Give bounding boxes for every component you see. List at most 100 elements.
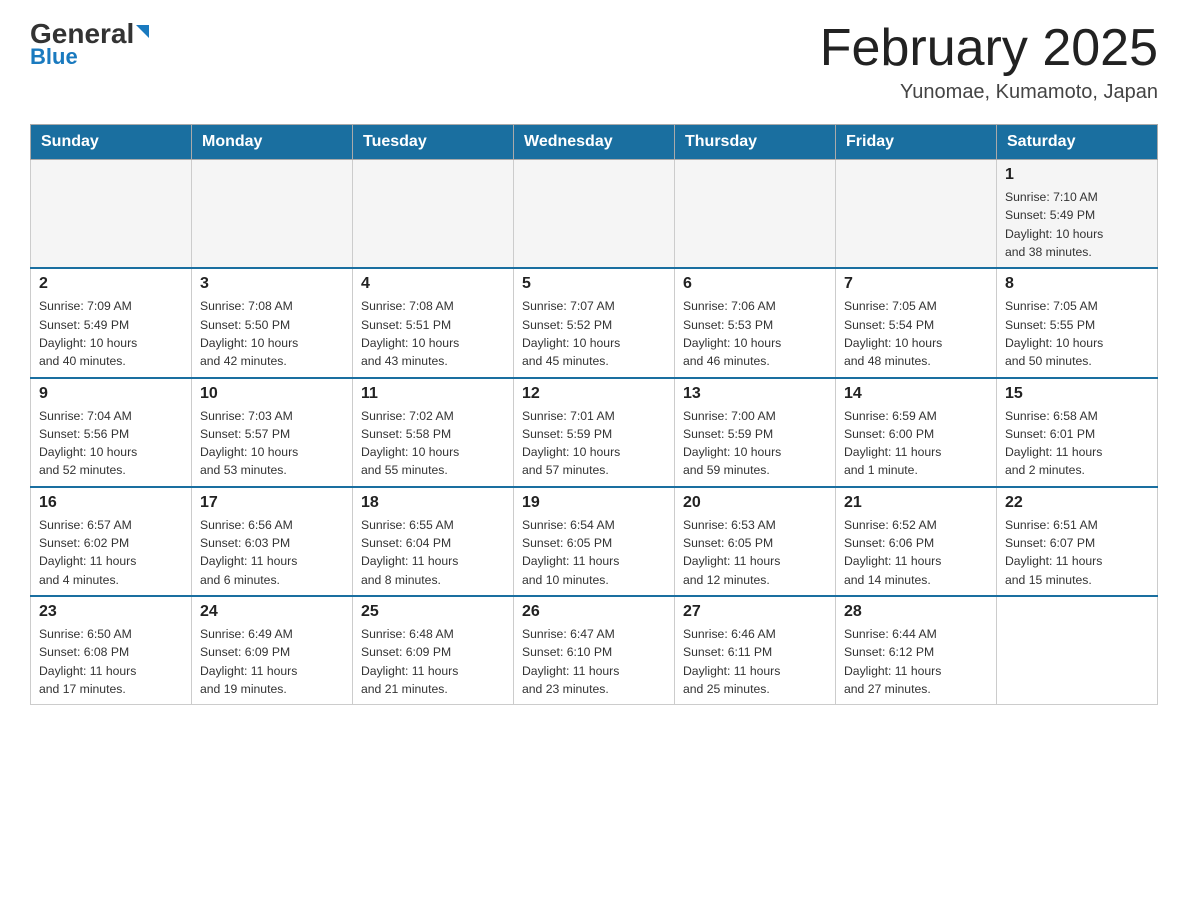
calendar-cell xyxy=(353,160,514,269)
weekday-header-saturday: Saturday xyxy=(997,125,1158,160)
calendar-week-row: 16 Sunrise: 6:57 AMSunset: 6:02 PMDayligh… xyxy=(31,487,1158,596)
day-number: 15 xyxy=(1005,385,1149,403)
day-info: Sunrise: 6:50 AMSunset: 6:08 PMDaylight:… xyxy=(39,625,183,698)
day-info: Sunrise: 6:58 AMSunset: 6:01 PMDaylight:… xyxy=(1005,407,1149,480)
day-info: Sunrise: 6:46 AMSunset: 6:11 PMDaylight:… xyxy=(683,625,827,698)
day-number: 9 xyxy=(39,385,183,403)
calendar-cell: 13 Sunrise: 7:00 AMSunset: 5:59 PMDayligh… xyxy=(675,378,836,487)
day-number: 5 xyxy=(522,275,666,293)
day-number: 26 xyxy=(522,603,666,621)
calendar-cell: 25 Sunrise: 6:48 AMSunset: 6:09 PMDayligh… xyxy=(353,596,514,705)
weekday-header-friday: Friday xyxy=(836,125,997,160)
day-info: Sunrise: 7:08 AMSunset: 5:50 PMDaylight:… xyxy=(200,297,344,370)
calendar-week-row: 2Sunrise: 7:09 AMSunset: 5:49 PMDaylight… xyxy=(31,268,1158,377)
calendar-cell: 8Sunrise: 7:05 AMSunset: 5:55 PMDaylight… xyxy=(997,268,1158,377)
logo: General Blue xyxy=(30,20,149,70)
day-info: Sunrise: 7:02 AMSunset: 5:58 PMDaylight:… xyxy=(361,407,505,480)
day-info: Sunrise: 6:48 AMSunset: 6:09 PMDaylight:… xyxy=(361,625,505,698)
calendar-cell: 22Sunrise: 6:51 AMSunset: 6:07 PMDayligh… xyxy=(997,487,1158,596)
day-number: 2 xyxy=(39,275,183,293)
day-info: Sunrise: 7:00 AMSunset: 5:59 PMDaylight:… xyxy=(683,407,827,480)
calendar-table: SundayMondayTuesdayWednesdayThursdayFrid… xyxy=(30,124,1158,705)
calendar-cell: 24 Sunrise: 6:49 AMSunset: 6:09 PMDayligh… xyxy=(192,596,353,705)
day-info: Sunrise: 6:49 AMSunset: 6:09 PMDaylight:… xyxy=(200,625,344,698)
day-number: 21 xyxy=(844,494,988,512)
weekday-header-wednesday: Wednesday xyxy=(514,125,675,160)
weekday-header-sunday: Sunday xyxy=(31,125,192,160)
day-number: 13 xyxy=(683,385,827,403)
day-info: Sunrise: 7:04 AMSunset: 5:56 PMDaylight:… xyxy=(39,407,183,480)
day-number: 14 xyxy=(844,385,988,403)
calendar-cell: 2Sunrise: 7:09 AMSunset: 5:49 PMDaylight… xyxy=(31,268,192,377)
calendar-cell: 23 Sunrise: 6:50 AMSunset: 6:08 PMDayligh… xyxy=(31,596,192,705)
day-number: 10 xyxy=(200,385,344,403)
calendar-week-row: 1 Sunrise: 7:10 AMSunset: 5:49 PMDaylight… xyxy=(31,160,1158,269)
day-info: Sunrise: 7:10 AMSunset: 5:49 PMDaylight:… xyxy=(1005,188,1149,261)
page-header: General Blue February 2025 Yunomae, Kuma… xyxy=(30,20,1158,104)
day-number: 3 xyxy=(200,275,344,293)
day-info: Sunrise: 6:53 AMSunset: 6:05 PMDaylight:… xyxy=(683,516,827,589)
weekday-header-thursday: Thursday xyxy=(675,125,836,160)
calendar-cell: 17 Sunrise: 6:56 AMSunset: 6:03 PMDayligh… xyxy=(192,487,353,596)
day-number: 12 xyxy=(522,385,666,403)
day-info: Sunrise: 6:47 AMSunset: 6:10 PMDaylight:… xyxy=(522,625,666,698)
calendar-week-row: 9 Sunrise: 7:04 AMSunset: 5:56 PMDaylight… xyxy=(31,378,1158,487)
calendar-week-row: 23 Sunrise: 6:50 AMSunset: 6:08 PMDayligh… xyxy=(31,596,1158,705)
calendar-cell: 19 Sunrise: 6:54 AMSunset: 6:05 PMDayligh… xyxy=(514,487,675,596)
calendar-cell: 10 Sunrise: 7:03 AMSunset: 5:57 PMDayligh… xyxy=(192,378,353,487)
calendar-cell: 12 Sunrise: 7:01 AMSunset: 5:59 PMDayligh… xyxy=(514,378,675,487)
month-title: February 2025 xyxy=(820,20,1158,77)
day-info: Sunrise: 6:51 AMSunset: 6:07 PMDaylight:… xyxy=(1005,516,1149,589)
day-number: 1 xyxy=(1005,166,1149,184)
calendar-cell: 18 Sunrise: 6:55 AMSunset: 6:04 PMDayligh… xyxy=(353,487,514,596)
calendar-cell: 9 Sunrise: 7:04 AMSunset: 5:56 PMDaylight… xyxy=(31,378,192,487)
day-info: Sunrise: 7:03 AMSunset: 5:57 PMDaylight:… xyxy=(200,407,344,480)
calendar-cell: 4Sunrise: 7:08 AMSunset: 5:51 PMDaylight… xyxy=(353,268,514,377)
day-info: Sunrise: 6:57 AMSunset: 6:02 PMDaylight:… xyxy=(39,516,183,589)
day-info: Sunrise: 6:55 AMSunset: 6:04 PMDaylight:… xyxy=(361,516,505,589)
day-number: 20 xyxy=(683,494,827,512)
calendar-cell xyxy=(997,596,1158,705)
weekday-header-tuesday: Tuesday xyxy=(353,125,514,160)
calendar-cell: 11 Sunrise: 7:02 AMSunset: 5:58 PMDayligh… xyxy=(353,378,514,487)
calendar-cell: 1 Sunrise: 7:10 AMSunset: 5:49 PMDaylight… xyxy=(997,160,1158,269)
calendar-cell: 7Sunrise: 7:05 AMSunset: 5:54 PMDaylight… xyxy=(836,268,997,377)
day-number: 17 xyxy=(200,494,344,512)
calendar-cell: 20 Sunrise: 6:53 AMSunset: 6:05 PMDayligh… xyxy=(675,487,836,596)
day-info: Sunrise: 6:44 AMSunset: 6:12 PMDaylight:… xyxy=(844,625,988,698)
day-info: Sunrise: 6:52 AMSunset: 6:06 PMDaylight:… xyxy=(844,516,988,589)
day-number: 25 xyxy=(361,603,505,621)
day-info: Sunrise: 6:54 AMSunset: 6:05 PMDaylight:… xyxy=(522,516,666,589)
logo-blue: Blue xyxy=(30,44,78,70)
calendar-cell: 14 Sunrise: 6:59 AMSunset: 6:00 PMDayligh… xyxy=(836,378,997,487)
day-number: 18 xyxy=(361,494,505,512)
day-number: 6 xyxy=(683,275,827,293)
day-info: Sunrise: 6:56 AMSunset: 6:03 PMDaylight:… xyxy=(200,516,344,589)
calendar-cell xyxy=(675,160,836,269)
location: Yunomae, Kumamoto, Japan xyxy=(820,81,1158,104)
day-number: 19 xyxy=(522,494,666,512)
calendar-cell: 5 Sunrise: 7:07 AMSunset: 5:52 PMDaylight… xyxy=(514,268,675,377)
day-number: 24 xyxy=(200,603,344,621)
day-number: 11 xyxy=(361,385,505,403)
calendar-cell xyxy=(514,160,675,269)
weekday-header-monday: Monday xyxy=(192,125,353,160)
calendar-cell xyxy=(192,160,353,269)
day-info: Sunrise: 7:07 AMSunset: 5:52 PMDaylight:… xyxy=(522,297,666,370)
day-info: Sunrise: 7:08 AMSunset: 5:51 PMDaylight:… xyxy=(361,297,505,370)
calendar-cell: 21 Sunrise: 6:52 AMSunset: 6:06 PMDayligh… xyxy=(836,487,997,596)
calendar-cell: 27Sunrise: 6:46 AMSunset: 6:11 PMDayligh… xyxy=(675,596,836,705)
day-number: 16 xyxy=(39,494,183,512)
calendar-cell: 6 Sunrise: 7:06 AMSunset: 5:53 PMDaylight… xyxy=(675,268,836,377)
calendar-cell xyxy=(836,160,997,269)
day-info: Sunrise: 7:01 AMSunset: 5:59 PMDaylight:… xyxy=(522,407,666,480)
day-info: Sunrise: 6:59 AMSunset: 6:00 PMDaylight:… xyxy=(844,407,988,480)
calendar-cell: 15 Sunrise: 6:58 AMSunset: 6:01 PMDayligh… xyxy=(997,378,1158,487)
calendar-cell xyxy=(31,160,192,269)
day-number: 28 xyxy=(844,603,988,621)
day-number: 8 xyxy=(1005,275,1149,293)
calendar-cell: 3 Sunrise: 7:08 AMSunset: 5:50 PMDaylight… xyxy=(192,268,353,377)
day-number: 23 xyxy=(39,603,183,621)
calendar-cell: 16 Sunrise: 6:57 AMSunset: 6:02 PMDayligh… xyxy=(31,487,192,596)
day-info: Sunrise: 7:06 AMSunset: 5:53 PMDaylight:… xyxy=(683,297,827,370)
